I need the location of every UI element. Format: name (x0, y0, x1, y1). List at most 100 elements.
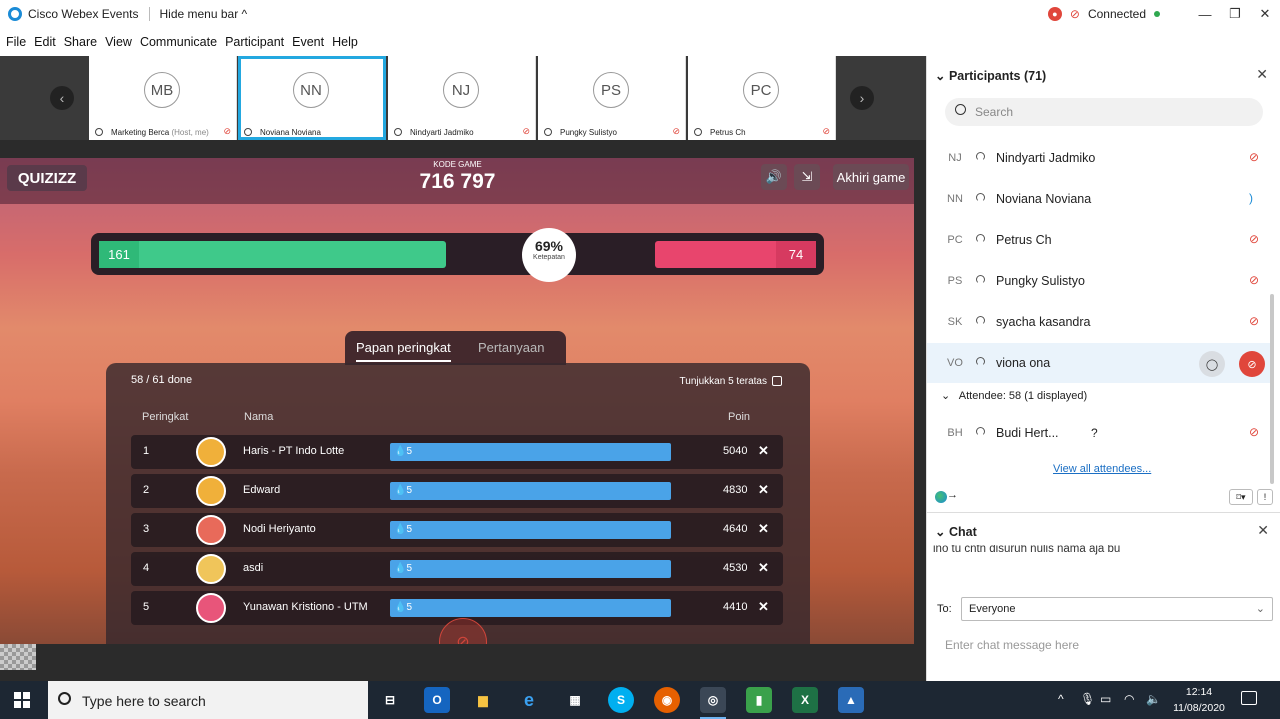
thumbnail-mb[interactable]: MB Marketing Berca (Host, me) ⊘ (89, 56, 237, 140)
battery-icon[interactable]: ▭ (1100, 692, 1111, 706)
firefox-icon[interactable]: ◉ (654, 687, 680, 713)
thumbnail-ps[interactable]: PS Pungky Sulistyo ⊘ (538, 56, 686, 140)
chat-input[interactable]: Enter chat message here (945, 638, 1079, 652)
participant-row[interactable]: PC Petrus Ch ⊘ (927, 220, 1273, 260)
remove-icon[interactable]: ✕ (758, 443, 769, 459)
hide-menu-button[interactable]: Hide menu bar ^ (160, 7, 248, 21)
mic-muted-icon[interactable]: ⊘ (1239, 351, 1265, 377)
remove-icon[interactable]: ✕ (758, 560, 769, 576)
attendee-header[interactable]: ⌄ Attendee: 58 (1 displayed) (941, 389, 1087, 402)
taskbar-search[interactable]: Type here to search (48, 681, 368, 719)
menu-participant[interactable]: Participant (225, 35, 284, 49)
next-arrow-icon[interactable]: › (850, 86, 874, 110)
tab-leaderboard[interactable]: Papan peringkat (356, 340, 451, 362)
photos-icon[interactable]: ▲ (838, 687, 864, 713)
volume-icon[interactable]: 🔈 (1146, 692, 1161, 706)
participant-name: viona ona (996, 356, 1051, 370)
player-avatar (196, 476, 226, 506)
task-view-icon[interactable]: ⊟ (377, 687, 403, 713)
prev-arrow-icon[interactable]: ‹ (50, 86, 74, 110)
remove-icon[interactable]: ✕ (758, 599, 769, 615)
col-rank: Peringkat (142, 411, 189, 423)
streak-bar: 💧5 (390, 560, 671, 578)
participant-name: syacha kasandra (996, 315, 1091, 329)
participant-row[interactable]: SK syacha kasandra ⊘ (927, 302, 1273, 342)
mic-muted-icon[interactable]: ⊘ (1249, 150, 1259, 164)
mic-muted-icon[interactable]: ⊘ (1249, 273, 1259, 287)
minimize-button[interactable]: — (1190, 7, 1220, 22)
edge-icon[interactable]: e (516, 687, 542, 713)
mic-muted-icon[interactable]: ⊘ (1249, 314, 1259, 328)
menu-edit[interactable]: Edit (34, 35, 56, 49)
close-button[interactable]: ✕ (1250, 6, 1280, 22)
tray-chevron-icon[interactable]: ^ (1058, 692, 1064, 706)
menu-file[interactable]: File (6, 35, 26, 49)
collapse-icon[interactable]: ⇲ (794, 164, 820, 190)
attendee-row[interactable]: BH Budi Hert... ? ⊘ (927, 413, 1273, 453)
checkbox-icon[interactable] (772, 376, 782, 386)
tab-questions[interactable]: Pertanyaan (478, 340, 545, 355)
headset-icon (976, 427, 985, 436)
chevron-down-icon: ⌄ (1255, 603, 1265, 615)
menu-communicate[interactable]: Communicate (140, 35, 217, 49)
chat-scrollbar[interactable] (1270, 553, 1278, 593)
store-icon[interactable]: ▦ (562, 687, 588, 713)
remove-icon[interactable]: ✕ (758, 521, 769, 537)
sound-icon[interactable]: 🔊 (761, 164, 787, 190)
streak: 5 (406, 485, 413, 496)
streak-bar: 💧5 (390, 599, 671, 617)
close-participants-icon[interactable]: ✕ (1256, 66, 1268, 83)
outlook-icon[interactable]: O (424, 687, 450, 713)
thumbnail-nj[interactable]: NJ Nindyarti Jadmiko ⊘ (388, 56, 536, 140)
accuracy-badge: 69% Ketepatan (522, 228, 576, 282)
mic-muted-icon[interactable]: ⊘ (1249, 232, 1259, 246)
greenshot-icon[interactable]: ▮ (746, 687, 772, 713)
recipient-select[interactable]: Everyone ⌄ (961, 597, 1273, 621)
participant-row[interactable]: VO viona ona ◯ ⊘ (927, 343, 1273, 383)
restore-button[interactable]: ❐ (1220, 6, 1250, 22)
wifi-icon[interactable]: ◠ (1124, 692, 1134, 706)
system-clock[interactable]: 12:14 11/08/2020 (1168, 684, 1230, 716)
rank: 2 (143, 484, 150, 496)
participants-panel: ⌄ Participants (71) ✕ Search NJ Nindyart… (926, 56, 1280, 681)
participant-row[interactable]: PS Pungky Sulistyo ⊘ (927, 261, 1273, 301)
mic-tray-icon[interactable]: 🎙 (1080, 692, 1095, 706)
menu-share[interactable]: Share (64, 35, 97, 49)
raise-hand-icon[interactable]: ⌑▾ (1229, 489, 1253, 505)
headset-icon (976, 234, 985, 243)
mic-active-icon[interactable]: ) (1249, 191, 1253, 205)
chat-header[interactable]: ⌄ Chat (935, 524, 977, 539)
top5-toggle[interactable]: Tunjukkan 5 teratas (680, 376, 782, 387)
thumbnail-pc[interactable]: PC Petrus Ch ⊘ (688, 56, 836, 140)
file-explorer-icon[interactable]: ▆ (470, 687, 496, 713)
view-all-attendees-link[interactable]: View all attendees... (1053, 463, 1151, 475)
remove-icon[interactable]: ✕ (758, 482, 769, 498)
participants-header[interactable]: ⌄ Participants (71) (935, 68, 1046, 83)
points: 5040 (723, 445, 748, 457)
mic-muted-icon[interactable]: ⊘ (1070, 7, 1080, 21)
avatar: PS (947, 275, 963, 287)
participant-search[interactable]: Search (945, 98, 1263, 126)
participants-scrollbar[interactable] (1270, 294, 1274, 484)
mic-muted-icon[interactable]: ⊘ (1249, 425, 1259, 439)
globe-icon[interactable] (935, 491, 947, 503)
end-game-button[interactable]: Akhiri game (833, 164, 909, 190)
more-icon[interactable]: ! (1257, 489, 1273, 505)
menu-event[interactable]: Event (292, 35, 324, 49)
arrow-right-icon[interactable]: → (947, 489, 958, 501)
menu-help[interactable]: Help (332, 35, 358, 49)
participant-row[interactable]: NN Noviana Noviana ) (927, 179, 1273, 219)
skype-icon[interactable]: S (608, 687, 634, 713)
webex-taskbar-icon[interactable]: ◎ (700, 687, 726, 719)
menu-view[interactable]: View (105, 35, 132, 49)
excel-icon[interactable]: X (792, 687, 818, 713)
close-chat-icon[interactable]: ✕ (1257, 522, 1269, 539)
rank: 5 (143, 601, 150, 613)
record-icon[interactable]: ● (1047, 7, 1062, 21)
col-name: Nama (244, 411, 274, 423)
participant-row[interactable]: NJ Nindyarti Jadmiko ⊘ (927, 138, 1273, 178)
notification-icon[interactable] (1241, 691, 1257, 705)
thumbnail-nn[interactable]: NN Noviana Noviana (238, 56, 386, 140)
windows-start-icon[interactable] (14, 692, 30, 708)
chat-bubble-icon[interactable]: ◯ (1199, 351, 1225, 377)
